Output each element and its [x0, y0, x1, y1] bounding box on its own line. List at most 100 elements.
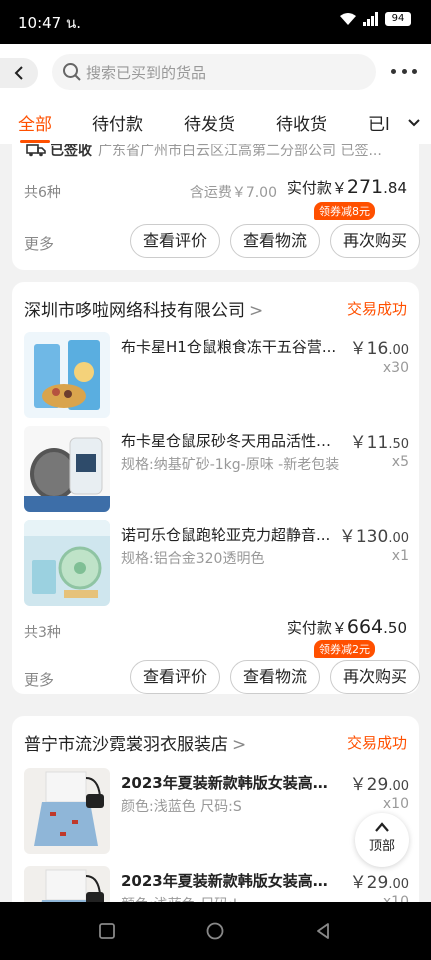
price-integer: ￥11 [349, 433, 389, 453]
view-review-button[interactable]: 查看评价 [130, 660, 220, 694]
shop-name: 深圳市哆啦网络科技有限公司 [24, 301, 245, 321]
product-spec: 规格:铝合金320透明色 [121, 551, 265, 567]
tab-pending-payment[interactable]: 待付款 [92, 110, 143, 135]
view-logistics-button[interactable]: 查看物流 [230, 660, 320, 694]
price-decimal: .00 [388, 343, 409, 358]
product-image [24, 426, 110, 512]
truck-icon [26, 144, 46, 157]
price-decimal: .00 [388, 779, 409, 794]
price-integer: ￥130 [338, 527, 389, 547]
product-spec: 规格:纳基矿砂-1kg-原味 -新老包装随机发 [121, 457, 339, 473]
tab-pending-receipt[interactable]: 待收货 [276, 110, 327, 135]
price-integer: ￥29 [349, 873, 389, 893]
top-bar: 搜索已买到的货品 全部 待付款 待发货 待收货 已l [0, 44, 431, 144]
item-count: 共6种 [24, 185, 61, 201]
paid-label: 实付款 [286, 619, 332, 637]
home-icon[interactable] [206, 922, 224, 940]
battery-icon: 94 [385, 12, 411, 26]
product-title: 2023年夏装新款韩版女装高腰... [121, 872, 339, 890]
paid-label: 实付款 [286, 179, 332, 197]
system-nav-bar [0, 902, 431, 960]
price-decimal: .00 [388, 877, 409, 892]
product-quantity: x10 [382, 796, 409, 812]
order-card: 普宁市流沙霓裳羽衣服装店 > 交易成功 2023年夏装新款韩版女装高腰... 颜色… [12, 716, 419, 902]
product-quantity: x10 [382, 894, 409, 902]
logistics-info[interactable]: 已签收 广东省广州市白云区江高第二分部公司 已签... [26, 144, 407, 160]
tab-pending-shipment[interactable]: 待发货 [184, 110, 235, 135]
product-title: 布卡星仓鼠尿砂冬天用品活性炭... [121, 432, 339, 450]
view-logistics-button[interactable]: 查看物流 [230, 224, 320, 258]
tab-completed[interactable]: 已l [368, 110, 390, 135]
product-title: 诺可乐仓鼠跑轮亚克力超静音... [121, 526, 331, 544]
order-item[interactable]: 2023年夏装新款韩版女装高腰... 颜色:浅蓝色 尺码:S ￥29.00 x1… [24, 768, 409, 856]
active-tab-indicator [20, 140, 50, 143]
wifi-icon [340, 13, 356, 25]
price-decimal: .00 [388, 531, 409, 546]
shop-name: 普宁市流沙霓裳羽衣服装店 [24, 735, 228, 755]
tab-all[interactable]: 全部 [18, 110, 52, 135]
order-item[interactable]: 诺可乐仓鼠跑轮亚克力超静音... 规格:铝合金320透明色 ￥130.00 x1 [24, 520, 409, 608]
item-count: 共3种 [24, 625, 61, 641]
product-quantity: x1 [391, 548, 409, 564]
back-button[interactable] [0, 58, 38, 88]
product-price: ￥11.50 [350, 428, 409, 453]
paid-amount: 实付款￥664.50 [287, 616, 407, 638]
order-list[interactable]: 已签收 广东省广州市白云区江高第二分部公司 已签... 共6种 含运费￥7.00 … [0, 144, 431, 902]
product-title: 布卡星H1仓鼠粮食冻干五谷营... [121, 338, 337, 356]
recent-apps-icon[interactable] [98, 922, 116, 940]
product-title: 2023年夏装新款韩版女装高腰... [121, 774, 339, 792]
coupon-badge[interactable]: 领券减2元 [314, 640, 375, 658]
paid-amount: 实付款￥271.84 [287, 176, 407, 198]
more-options-button[interactable] [391, 62, 417, 80]
status-time: 10:47 น. [18, 14, 82, 32]
back-nav-icon[interactable] [314, 922, 332, 940]
order-status: 交易成功 [346, 300, 407, 318]
order-item[interactable]: 布卡星仓鼠尿砂冬天用品活性炭... 规格:纳基矿砂-1kg-原味 -新老包装随机… [24, 426, 409, 514]
price-integer: ￥29 [349, 775, 389, 795]
view-review-button[interactable]: 查看评价 [130, 224, 220, 258]
order-card: 已签收 广东省广州市白云区江高第二分部公司 已签... 共6种 含运费￥7.00 … [12, 144, 420, 270]
order-item[interactable]: 布卡星H1仓鼠粮食冻干五谷营... ￥16.00 x30 [24, 332, 409, 420]
coupon-badge[interactable]: 领券减8元 [314, 202, 375, 220]
product-quantity: x5 [391, 454, 409, 470]
product-image [24, 866, 110, 902]
paid-decimal: .84 [383, 179, 407, 197]
price-decimal: .50 [388, 437, 409, 452]
chevron-down-icon [408, 119, 420, 127]
buy-again-button[interactable]: 再次购买 [330, 660, 420, 694]
status-icons: 94 [339, 12, 411, 26]
order-summary: 共6种 含运费￥7.00 实付款￥271.84 [24, 176, 407, 201]
back-to-top-button[interactable]: 顶部 [355, 813, 409, 867]
signal-icon [363, 12, 378, 26]
chevron-right-icon: > [232, 735, 247, 755]
dot-icon [401, 68, 407, 74]
dot-icon [412, 68, 417, 74]
shop-header[interactable]: 普宁市流沙霓裳羽衣服装店 > 交易成功 [24, 730, 407, 755]
search-input[interactable]: 搜索已买到的货品 [52, 54, 376, 90]
status-bar: 10:47 น. 94 [0, 0, 431, 44]
buy-again-button[interactable]: 再次购买 [330, 224, 420, 258]
shipping-fee: 含运费￥7.00 [189, 185, 277, 201]
order-actions: 更多 查看评价 查看物流 再次购买 [24, 660, 420, 694]
back-to-top-label: 顶部 [368, 839, 395, 854]
logistics-status: 已签收 [50, 144, 92, 159]
tabs-expand-button[interactable] [397, 102, 431, 144]
product-image [24, 332, 110, 418]
order-item[interactable]: 2023年夏装新款韩版女装高腰... 颜色:浅蓝色 尺码:L ￥29.00 x1… [24, 866, 409, 902]
order-card: 深圳市哆啦网络科技有限公司 > 交易成功 布卡星H1仓鼠粮食冻干五谷营... ￥… [12, 282, 420, 694]
product-quantity: x30 [382, 360, 409, 376]
product-price: ￥29.00 [350, 868, 409, 893]
screen: 10:47 น. 94 搜索已买到的货品 全部 待付款 待发货 待收货 已l 已… [0, 0, 431, 960]
paid-decimal: .50 [383, 619, 407, 637]
product-image [24, 520, 110, 606]
price-integer: ￥16 [349, 339, 389, 359]
more-link[interactable]: 更多 [24, 233, 54, 254]
order-status: 交易成功 [346, 734, 407, 752]
dot-icon [391, 68, 396, 74]
shop-header[interactable]: 深圳市哆啦网络科技有限公司 > 交易成功 [24, 296, 407, 321]
product-price: ￥16.00 [350, 334, 409, 359]
product-spec: 颜色:浅蓝色 尺码:S [121, 799, 242, 815]
paid-integer: 271 [346, 176, 384, 198]
chevron-left-icon [14, 66, 23, 80]
more-link[interactable]: 更多 [24, 669, 54, 690]
